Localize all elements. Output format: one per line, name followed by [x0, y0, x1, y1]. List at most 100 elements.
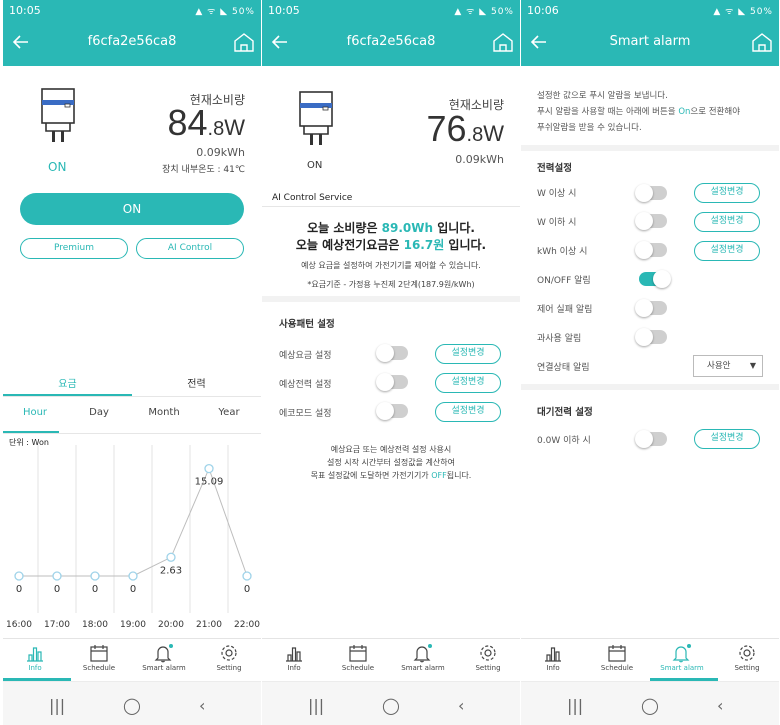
nav-smart-alarm-label: Smart alarm [142, 664, 186, 672]
standby-label: 0.0W 이하 시 [537, 436, 591, 446]
expected-fee-change-button[interactable]: 설정변경 [435, 344, 501, 364]
intro-line-3: 푸쉬알람을 받을 수 있습니다. [537, 123, 642, 133]
home-circle-icon[interactable]: ◯ [641, 696, 659, 715]
today-usage-value: 89.0Wh [381, 221, 434, 235]
nav-schedule[interactable]: Schedule [585, 643, 649, 672]
chart-point [204, 463, 214, 474]
status-bar: 10:05 ▲ ᯤ ◣ 50% [262, 0, 520, 20]
bottom-navigation: Info Schedule Smart alarm Setting [3, 638, 261, 681]
home-circle-icon[interactable]: ◯ [123, 696, 141, 715]
info-line-1: 예상요금 또는 예상전력 설정 사용시 [330, 445, 452, 454]
connection-alarm-select[interactable]: 사용안 ▼ [693, 355, 763, 377]
today-fee-value: 16.7원 [403, 238, 445, 252]
status-icons: ▲ ᯤ ◣ 50% [454, 6, 514, 17]
period-hour[interactable]: Hour [5, 407, 65, 418]
nav-schedule[interactable]: Schedule [67, 643, 131, 672]
standby-section-title: 대기전력 설정 [537, 407, 593, 418]
smart-plug-icon [41, 88, 75, 142]
current-power: 84.8W [168, 102, 246, 146]
home-icon[interactable] [751, 31, 773, 53]
device-state: ON [48, 160, 67, 174]
chart-tick-label: 19:00 [120, 620, 146, 630]
battery-level: 50% [749, 6, 773, 17]
eco-mode-toggle[interactable] [376, 402, 408, 420]
nav-setting[interactable]: Setting [197, 643, 261, 672]
expected-power-label: 예상전력 설정 [279, 380, 332, 390]
tab-fee[interactable]: 요금 [3, 375, 132, 390]
alarm-row-change-button[interactable]: 설정변경 [694, 241, 760, 261]
expected-power-change-button[interactable]: 설정변경 [435, 373, 501, 393]
nav-smart-alarm[interactable]: Smart alarm [650, 643, 714, 672]
period-day[interactable]: Day [69, 407, 129, 418]
chart-data-label: 2.63 [160, 565, 182, 576]
chart-point [242, 571, 252, 581]
alarm-row-toggle[interactable] [635, 184, 667, 202]
intro-line-2: 푸시 알람을 사용할 때는 아래에 버튼을 On으로 전환해야 [537, 107, 741, 117]
nav-info[interactable]: Info [521, 643, 585, 672]
ai-control-button[interactable]: AI Control [136, 238, 244, 259]
smart-plug-icon [299, 91, 333, 145]
screenshot-composite: 10:05 ▲ ᯤ ◣ 50% f6cfa2e56ca8 ON 현재소비량 84… [0, 0, 780, 725]
bar-chart-icon [545, 647, 561, 662]
info-screen: 10:05 ▲ ᯤ ◣ 50% f6cfa2e56ca8 ON 현재소비량 84… [3, 0, 261, 725]
standby-toggle[interactable] [635, 430, 667, 448]
nav-smart-alarm[interactable]: Smart alarm [391, 643, 455, 672]
status-time: 10:05 [268, 3, 300, 17]
recents-icon[interactable]: ||| [567, 696, 583, 715]
system-navigation: ||| ◯ ‹ [3, 681, 261, 725]
power-decimal: .8 [466, 124, 484, 146]
tab-power[interactable]: 전력 [132, 375, 261, 390]
alarm-row-toggle[interactable] [635, 212, 667, 230]
alarm-row-change-button[interactable]: 설정변경 [694, 212, 760, 232]
back-chevron-icon[interactable]: ‹ [458, 696, 464, 715]
today-usage: 오늘 소비량은 89.0Wh 입니다. [307, 221, 475, 235]
alarm-row-toggle[interactable] [635, 241, 667, 259]
system-navigation: ||| ◯ ‹ [262, 681, 520, 725]
nav-info[interactable]: Info [262, 643, 326, 672]
chart-data-label: 0 [244, 584, 250, 595]
page-title: f6cfa2e56ca8 [346, 34, 436, 49]
nav-smart-alarm-label: Smart alarm [660, 664, 704, 672]
recents-icon[interactable]: ||| [308, 696, 324, 715]
nav-setting[interactable]: Setting [715, 643, 779, 672]
nav-setting[interactable]: Setting [456, 643, 520, 672]
page-title: f6cfa2e56ca8 [87, 34, 177, 49]
nav-setting-label: Setting [475, 664, 501, 672]
period-year[interactable]: Year [199, 407, 259, 418]
expected-power-toggle[interactable] [376, 373, 408, 391]
standby-change-button[interactable]: 설정변경 [694, 429, 760, 449]
app-bar: Smart alarm [521, 20, 779, 66]
expected-fee-toggle[interactable] [376, 344, 408, 362]
home-icon[interactable] [233, 31, 255, 53]
nav-schedule[interactable]: Schedule [326, 643, 390, 672]
power-section-title: 전력설정 [537, 163, 572, 174]
alarm-row-toggle[interactable] [635, 328, 667, 346]
eco-mode-change-button[interactable]: 설정변경 [435, 402, 501, 422]
info-line-2: 설정 시작 시간부터 설정값을 계산하여 [327, 458, 455, 467]
home-icon[interactable] [492, 31, 514, 53]
period-month[interactable]: Month [134, 407, 194, 418]
back-chevron-icon[interactable]: ‹ [717, 696, 723, 715]
bar-chart-icon [27, 647, 43, 662]
chart-point [128, 571, 138, 581]
alarm-row-change-button[interactable]: 설정변경 [694, 183, 760, 203]
smart-alarm-screen: 10:06 ▲ ᯤ ◣ 50% Smart alarm 설정한 값으로 푸시 알… [521, 0, 779, 725]
alarm-row-toggle[interactable] [635, 299, 667, 317]
chart-data-label: 0 [54, 584, 60, 595]
onoff-alarm-toggle[interactable] [639, 270, 671, 288]
nav-info[interactable]: Info [3, 643, 67, 672]
nav-setting-label: Setting [734, 664, 760, 672]
calendar-icon [608, 645, 626, 662]
nav-info-label: Info [287, 664, 301, 672]
on-button[interactable]: ON [20, 193, 244, 225]
back-chevron-icon[interactable]: ‹ [199, 696, 205, 715]
today-fee: 오늘 예상전기요금은 16.7원 입니다. [295, 238, 487, 252]
nav-smart-alarm[interactable]: Smart alarm [132, 643, 196, 672]
power-integer: 84 [167, 102, 208, 143]
chart-data-label: 0 [130, 584, 136, 595]
power-unit: W [483, 121, 504, 146]
home-circle-icon[interactable]: ◯ [382, 696, 400, 715]
recents-icon[interactable]: ||| [49, 696, 65, 715]
chart-tick-label: 17:00 [44, 620, 70, 630]
premium-button[interactable]: Premium [20, 238, 128, 259]
